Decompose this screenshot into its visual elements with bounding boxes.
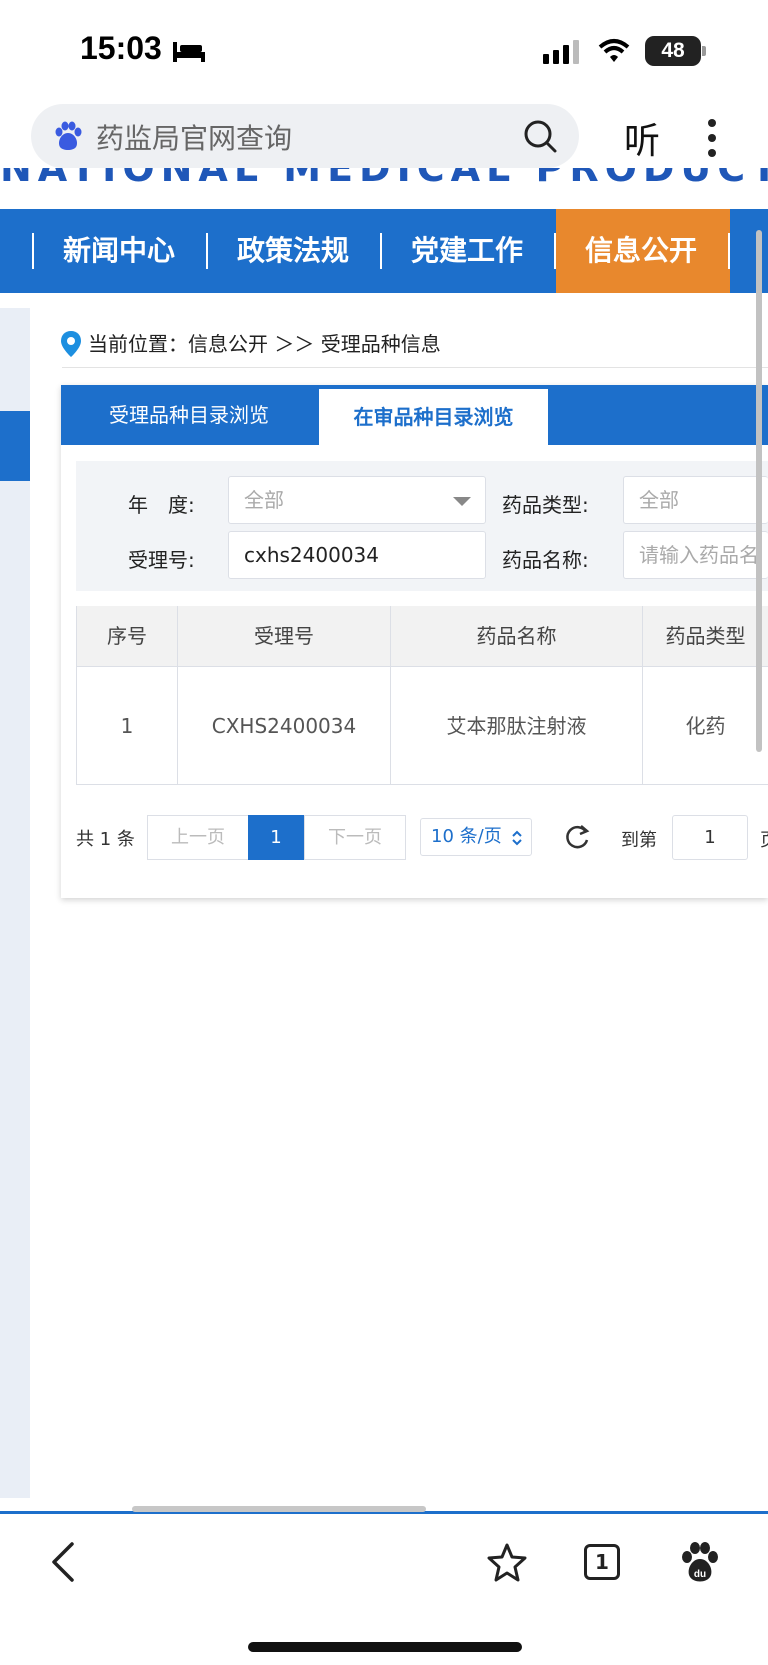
table-header-drug-type: 药品类型 (643, 606, 768, 667)
nav-separator (554, 233, 556, 269)
next-page-button[interactable]: 下一页 (304, 815, 406, 860)
battery-indicator: 48 (645, 36, 701, 66)
side-tab[interactable] (0, 411, 30, 481)
paw-icon[interactable]: du (680, 1542, 720, 1584)
accept-no-input[interactable]: cxhs2400034 (228, 531, 486, 579)
star-icon[interactable] (486, 1542, 528, 1584)
nav-separator (380, 233, 382, 269)
table-header-index: 序号 (77, 606, 178, 667)
location-pin-icon (61, 331, 81, 357)
signal-icon (543, 40, 579, 64)
pagination-total: 共 1 条 (76, 829, 135, 850)
wifi-icon (598, 39, 630, 62)
drug-type-select[interactable]: 全部 (623, 476, 768, 524)
accept-no-label: 受理号: (128, 548, 195, 572)
divider (62, 367, 768, 368)
select-arrows-icon (512, 830, 522, 846)
drug-name-placeholder: 请输入药品名 (639, 543, 759, 567)
year-select[interactable]: 全部 (228, 476, 486, 524)
banner-cut: NATIONAL MEDICAL PRODUCTS ADMINISTRATION (0, 168, 768, 188)
nav-separator (206, 233, 208, 269)
table-cell-drug-name[interactable]: 艾本那肽注射液 (391, 667, 643, 785)
side-column (0, 308, 30, 1498)
table-header-drug-name: 药品名称 (391, 606, 643, 667)
baidu-icon (55, 121, 82, 150)
chevron-down-icon (453, 497, 471, 506)
tab-accepted-catalog[interactable]: 受理品种目录浏览 (61, 385, 317, 445)
page-size-value: 10 条/页 (431, 826, 502, 847)
battery-cap (702, 46, 706, 56)
bed-icon (173, 42, 205, 62)
search-query[interactable]: 药监局官网查询 (96, 117, 292, 157)
table-cell-accept-no[interactable]: CXHS2400034 (178, 667, 391, 785)
tab-reviewing-catalog[interactable]: 在审品种目录浏览 (319, 389, 548, 445)
breadcrumb: 当前位置：信息公开 ＞＞ 受理品种信息 (88, 332, 441, 356)
goto-page-input[interactable]: 1 (672, 815, 748, 860)
svg-text:du: du (694, 1569, 706, 1580)
more-icon[interactable] (707, 118, 717, 158)
refresh-icon[interactable] (562, 822, 592, 852)
drug-name-label: 药品名称: (502, 548, 589, 572)
table-cell-drug-type: 化药 (643, 667, 768, 785)
current-page-button[interactable]: 1 (248, 815, 304, 860)
page-suffix: 页 (760, 826, 768, 852)
drug-name-input[interactable]: 请输入药品名 (623, 531, 768, 579)
horizontal-scrollbar[interactable] (132, 1506, 426, 1512)
nav-item-news[interactable]: 新闻中心 (63, 209, 175, 293)
nav-separator (32, 233, 34, 269)
nav-item-policy[interactable]: 政策法规 (237, 209, 349, 293)
year-label: 年 度: (128, 493, 195, 517)
goto-label: 到第 (621, 830, 657, 851)
home-indicator[interactable] (248, 1642, 522, 1652)
tabs-icon[interactable]: 1 (584, 1544, 620, 1580)
back-icon[interactable] (48, 1540, 78, 1584)
drug-type-label: 药品类型: (502, 493, 589, 517)
vertical-scrollbar[interactable] (756, 230, 762, 752)
nav-separator (728, 233, 730, 269)
listen-button[interactable]: 听 (624, 112, 660, 164)
nav-item-info[interactable]: 信息公开 (585, 209, 697, 293)
page-size-select[interactable]: 10 条/页 (420, 818, 532, 856)
year-value: 全部 (244, 488, 284, 512)
nav-item-party[interactable]: 党建工作 (411, 209, 523, 293)
search-icon[interactable] (522, 118, 558, 154)
prev-page-button[interactable]: 上一页 (147, 815, 249, 860)
table-cell-index: 1 (77, 667, 178, 785)
drug-type-value: 全部 (639, 488, 679, 512)
table-header-accept-no: 受理号 (178, 606, 391, 667)
status-time: 15:03 (80, 30, 162, 66)
